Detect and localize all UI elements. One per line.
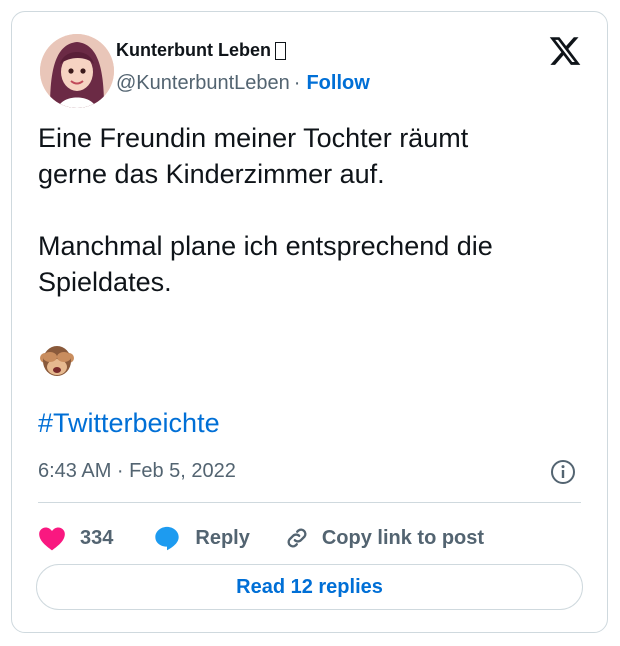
copy-link-button[interactable]: Copy link to post [284,525,484,551]
tweet-text: Eine Freundin meiner Tochter räumt gerne… [38,123,493,297]
follow-link[interactable]: Follow [306,72,369,95]
handle-separator: · [293,72,301,94]
name-row: Kunterbunt Leben [116,40,286,61]
handle-row: @KunterbuntLeben · Follow [116,72,370,95]
reply-button[interactable]: Reply [153,524,250,552]
x-logo-icon[interactable] [548,34,582,68]
action-bar: 334 Reply Copy link to post [38,518,484,558]
copy-link-label: Copy link to post [321,526,485,549]
timestamp[interactable]: 6:43 AM · Feb 5, 2022 [38,460,236,483]
hashtag-link[interactable]: #Twitterbeichte [38,408,220,439]
like-button[interactable]: 334 [38,525,113,551]
display-name[interactable]: Kunterbunt Leben [116,40,271,61]
tweet-card: Kunterbunt Leben @KunterbuntLeben · Foll… [11,11,608,633]
avatar[interactable] [40,34,114,108]
read-replies-button[interactable]: Read 12 replies [36,564,583,610]
heart-icon [39,527,65,551]
like-count: 334 [80,526,114,549]
name-emoji-icon [275,41,286,60]
info-icon[interactable] [549,458,577,486]
reply-label: Reply [195,526,250,549]
see-no-evil-monkey-icon [40,346,74,376]
divider [38,502,581,503]
reply-bubble-icon [155,526,180,551]
link-icon [287,528,307,548]
handle[interactable]: @KunterbuntLeben [116,72,290,95]
